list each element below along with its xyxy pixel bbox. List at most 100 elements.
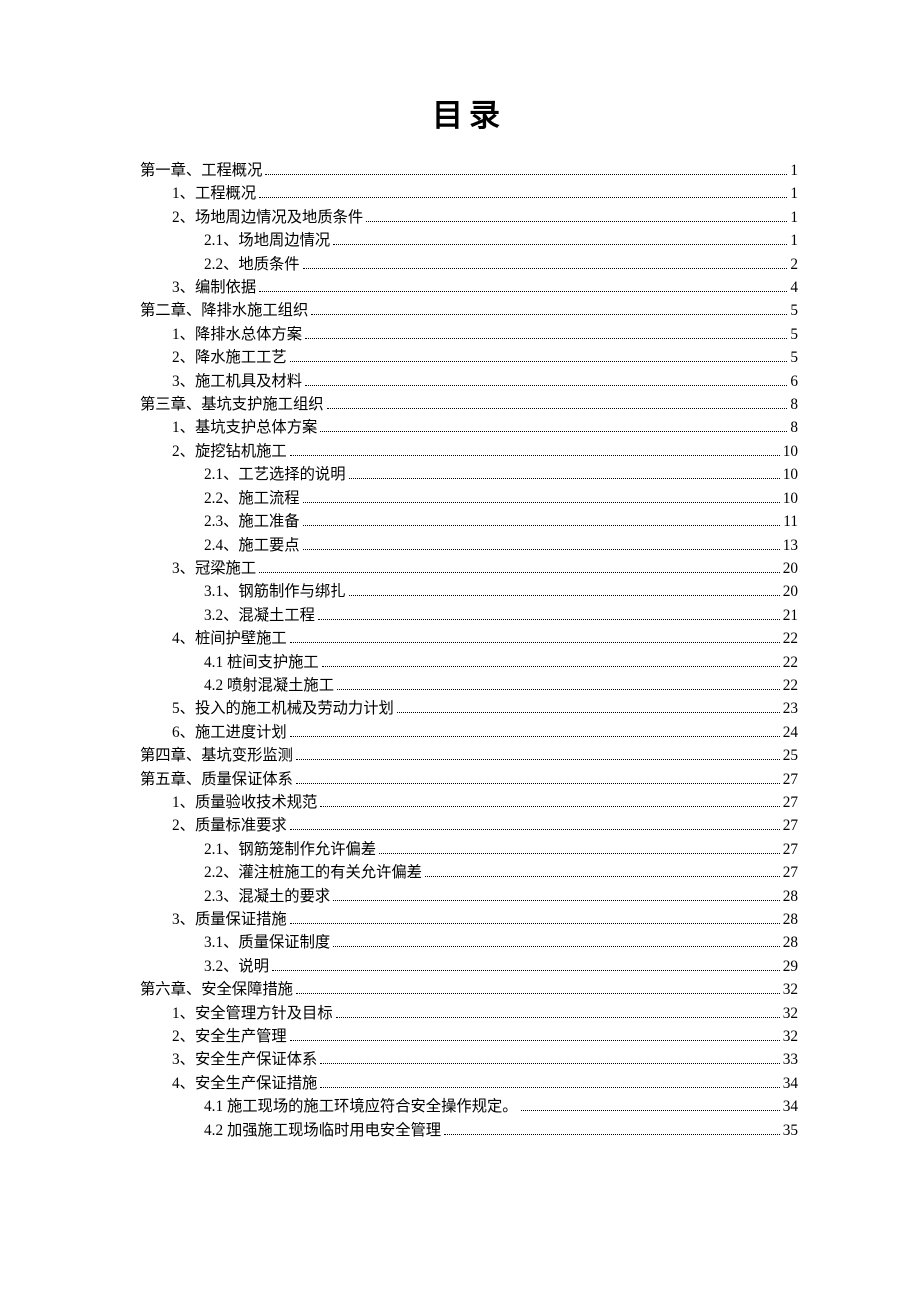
toc-entry[interactable]: 4.1 桩间支护施工 22 <box>140 651 798 674</box>
toc-entry-label: 3.1、质量保证制度 <box>204 931 330 954</box>
toc-leader-dots <box>333 936 780 948</box>
toc-entry[interactable]: 3.2、混凝土工程21 <box>140 604 798 627</box>
toc-entry[interactable]: 第四章、基坑变形监测25 <box>140 744 798 767</box>
toc-entry[interactable]: 3、安全生产保证体系33 <box>140 1048 798 1071</box>
toc-entry-label: 第三章、基坑支护施工组织 <box>140 393 324 416</box>
toc-entry[interactable]: 3、质量保证措施28 <box>140 908 798 931</box>
toc-entry-label: 2.3、混凝土的要求 <box>204 885 330 908</box>
toc-entry-label: 4.1 桩间支护施工 <box>204 651 319 674</box>
toc-entry-page: 11 <box>783 510 798 533</box>
toc-entry[interactable]: 3、施工机具及材料6 <box>140 370 798 393</box>
toc-leader-dots <box>311 304 787 316</box>
toc-entry-page: 1 <box>790 229 798 252</box>
toc-leader-dots <box>259 187 787 199</box>
toc-entry[interactable]: 2、降水施工工艺5 <box>140 346 798 369</box>
toc-entry-page: 28 <box>783 908 798 931</box>
toc-entry-label: 3、编制依据 <box>172 276 256 299</box>
toc-leader-dots <box>296 983 780 995</box>
toc-entry[interactable]: 2、旋挖钻机施工 10 <box>140 440 798 463</box>
toc-title: 目录 <box>140 90 798 135</box>
toc-leader-dots <box>303 538 780 550</box>
toc-entry[interactable]: 6、施工进度计划24 <box>140 721 798 744</box>
toc-entry[interactable]: 2、质量标准要求27 <box>140 814 798 837</box>
toc-entry-page: 29 <box>783 955 798 978</box>
toc-leader-dots <box>265 163 787 175</box>
toc-entry-page: 10 <box>783 440 798 463</box>
toc-entry[interactable]: 2.3、施工准备11 <box>140 510 798 533</box>
toc-entry-page: 32 <box>783 1002 798 1025</box>
toc-entry-label: 2、降水施工工艺 <box>172 346 287 369</box>
toc-entry-page: 8 <box>790 393 798 416</box>
toc-entry-page: 23 <box>783 697 798 720</box>
toc-entry-label: 2.1、工艺选择的说明 <box>204 463 346 486</box>
toc-entry[interactable]: 1、质量验收技术规范27 <box>140 791 798 814</box>
toc-leader-dots <box>379 842 780 854</box>
toc-entry[interactable]: 第五章、质量保证体系27 <box>140 768 798 791</box>
toc-entry[interactable]: 1、安全管理方针及目标32 <box>140 1002 798 1025</box>
toc-entry-label: 5、投入的施工机械及劳动力计划 <box>172 697 394 720</box>
toc-leader-dots <box>305 374 787 386</box>
toc-entry-label: 2、旋挖钻机施工 <box>172 440 287 463</box>
toc-leader-dots <box>290 819 780 831</box>
toc-leader-dots <box>444 1123 780 1135</box>
toc-leader-dots <box>296 772 780 784</box>
toc-entry-page: 27 <box>783 768 798 791</box>
toc-leader-dots <box>290 725 780 737</box>
toc-entry[interactable]: 3.2、说明29 <box>140 955 798 978</box>
toc-entry[interactable]: 第三章、基坑支护施工组织 8 <box>140 393 798 416</box>
toc-entry-label: 2.1、场地周边情况 <box>204 229 330 252</box>
toc-entry[interactable]: 1、降排水总体方案5 <box>140 323 798 346</box>
toc-entry[interactable]: 1、工程概况1 <box>140 182 798 205</box>
toc-leader-dots <box>259 561 780 573</box>
toc-entry[interactable]: 2.1、场地周边情况 1 <box>140 229 798 252</box>
toc-entry[interactable]: 2.4、施工要点13 <box>140 534 798 557</box>
toc-entry[interactable]: 3.1、质量保证制度28 <box>140 931 798 954</box>
toc-entry[interactable]: 4.1 施工现场的施工环境应符合安全操作规定。34 <box>140 1095 798 1118</box>
toc-leader-dots <box>333 889 780 901</box>
toc-entry[interactable]: 5、投入的施工机械及劳动力计划 23 <box>140 697 798 720</box>
toc-entry-label: 4、桩间护壁施工 <box>172 627 287 650</box>
toc-entry-page: 1 <box>790 206 798 229</box>
toc-entry[interactable]: 4.2 加强施工现场临时用电安全管理35 <box>140 1119 798 1142</box>
toc-entry-label: 2.2、地质条件 <box>204 253 300 276</box>
toc-entry-page: 4 <box>790 276 798 299</box>
toc-entry-label: 2.2、施工流程 <box>204 487 300 510</box>
toc-entry[interactable]: 2.1、钢筋笼制作允许偏差27 <box>140 838 798 861</box>
toc-entry-label: 1、基坑支护总体方案 <box>172 416 317 439</box>
toc-entry[interactable]: 4.2 喷射混凝土施工22 <box>140 674 798 697</box>
toc-entry[interactable]: 2.2、灌注桩施工的有关允许偏差27 <box>140 861 798 884</box>
toc-entry[interactable]: 第二章、降排水施工组织5 <box>140 299 798 322</box>
table-of-contents: 第一章、工程概况11、工程概况12、场地周边情况及地质条件12.1、场地周边情况… <box>140 159 798 1142</box>
toc-entry-page: 25 <box>783 744 798 767</box>
toc-entry-label: 3、安全生产保证体系 <box>172 1048 317 1071</box>
toc-entry[interactable]: 第一章、工程概况1 <box>140 159 798 182</box>
toc-entry[interactable]: 3、编制依据 4 <box>140 276 798 299</box>
toc-entry-label: 2.1、钢筋笼制作允许偏差 <box>204 838 376 861</box>
toc-entry[interactable]: 第六章、安全保障措施32 <box>140 978 798 1001</box>
toc-leader-dots <box>272 959 780 971</box>
toc-entry[interactable]: 4、桩间护壁施工22 <box>140 627 798 650</box>
toc-entry-label: 2、安全生产管理 <box>172 1025 287 1048</box>
toc-leader-dots <box>349 468 780 480</box>
toc-entry[interactable]: 2.2、施工流程10 <box>140 487 798 510</box>
toc-entry[interactable]: 2.2、地质条件2 <box>140 253 798 276</box>
toc-entry[interactable]: 2.1、工艺选择的说明10 <box>140 463 798 486</box>
toc-entry[interactable]: 2、场地周边情况及地质条件1 <box>140 206 798 229</box>
toc-leader-dots <box>366 210 787 222</box>
toc-entry-label: 1、降排水总体方案 <box>172 323 302 346</box>
toc-leader-dots <box>303 491 780 503</box>
toc-entry[interactable]: 1、基坑支护总体方案 8 <box>140 416 798 439</box>
toc-entry-page: 22 <box>783 651 798 674</box>
toc-leader-dots <box>305 327 787 339</box>
toc-entry[interactable]: 4、安全生产保证措施34 <box>140 1072 798 1095</box>
toc-entry-page: 8 <box>790 416 798 439</box>
toc-entry-page: 13 <box>783 534 798 557</box>
toc-entry-label: 3.1、钢筋制作与绑扎 <box>204 580 346 603</box>
toc-entry-page: 34 <box>783 1095 798 1118</box>
toc-entry[interactable]: 2、安全生产管理32 <box>140 1025 798 1048</box>
toc-entry-label: 第六章、安全保障措施 <box>140 978 293 1001</box>
toc-leader-dots <box>303 514 781 526</box>
toc-entry[interactable]: 3.1、钢筋制作与绑扎20 <box>140 580 798 603</box>
toc-entry[interactable]: 2.3、混凝土的要求28 <box>140 885 798 908</box>
toc-entry[interactable]: 3、冠梁施工20 <box>140 557 798 580</box>
